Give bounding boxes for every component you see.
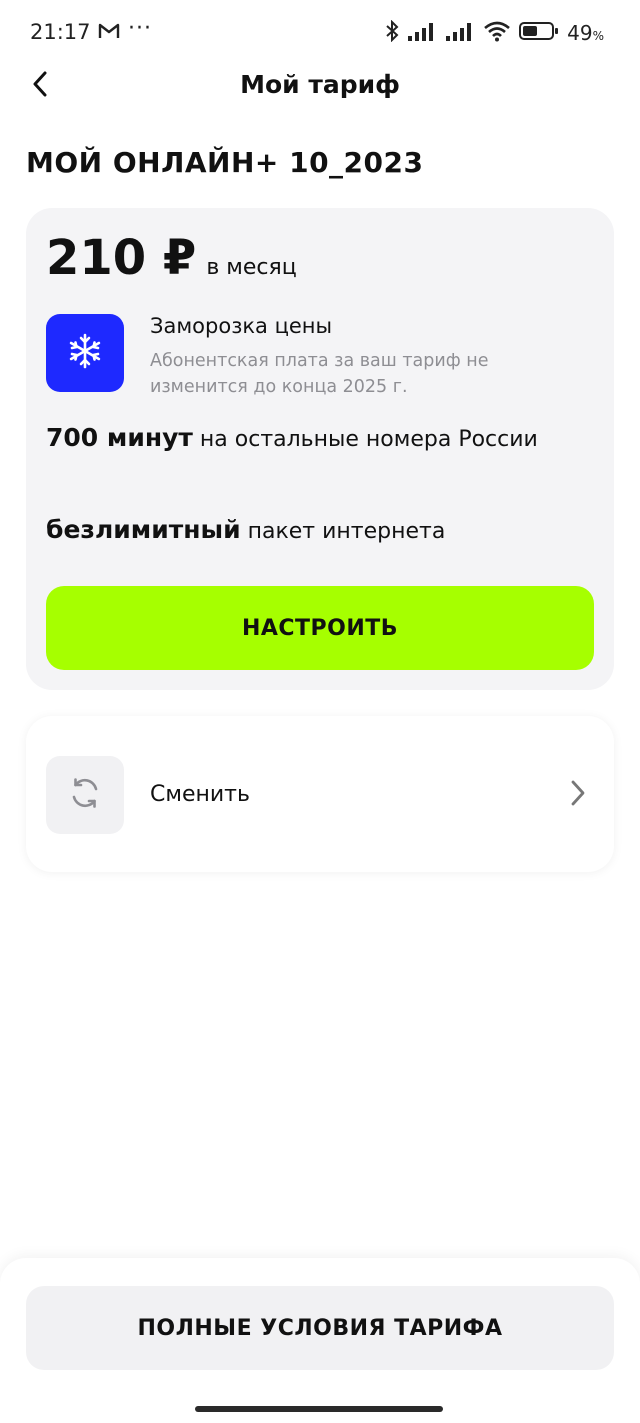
chevron-right-icon — [570, 780, 586, 810]
feature-minutes-text: на остальные номера России — [192, 427, 538, 452]
tariff-name: МОЙ ОНЛАЙН+ 10_2023 — [26, 146, 424, 179]
bottom-bar: ПОЛНЫЕ УСЛОВИЯ ТАРИФА — [0, 1258, 640, 1423]
change-icon-box — [46, 756, 124, 834]
price-freeze-badge — [46, 314, 124, 392]
battery-icon — [519, 21, 559, 45]
change-tariff-item[interactable]: Сменить — [26, 716, 614, 872]
price-period: в месяц — [206, 255, 297, 280]
snowflake-icon — [66, 332, 104, 374]
battery-percent: 49% — [567, 21, 604, 45]
mail-icon — [98, 23, 120, 43]
page-title: Мой тариф — [240, 70, 400, 99]
status-bar: 21:17 ··· 49% — [0, 0, 640, 66]
more-dots-icon: ··· — [128, 16, 152, 41]
bluetooth-icon — [385, 19, 399, 46]
full-terms-button[interactable]: ПОЛНЫЕ УСЛОВИЯ ТАРИФА — [26, 1286, 614, 1370]
wifi-icon — [483, 20, 511, 46]
feature-minutes-amount: 700 минут — [46, 423, 193, 452]
change-tariff-label: Сменить — [150, 782, 250, 807]
price-value: 210 ₽ — [46, 230, 197, 286]
signal-icon — [407, 21, 437, 45]
price-row: 210 ₽ в месяц — [46, 230, 297, 286]
home-indicator[interactable] — [195, 1406, 443, 1412]
feature-internet: безлимитный пакет интернета — [46, 512, 586, 550]
refresh-icon — [67, 775, 103, 815]
tariff-card: 210 ₽ в месяц Заморозка цены Абонентская — [26, 208, 614, 690]
feature-internet-amount: безлимитный — [46, 515, 241, 544]
price-freeze-title: Заморозка цены — [150, 314, 333, 338]
feature-minutes: 700 минут на остальные номера России — [46, 420, 586, 458]
price-freeze-description: Абонентская плата за ваш тариф не измени… — [150, 351, 489, 397]
status-time: 21:17 — [30, 20, 91, 44]
signal-icon — [445, 21, 475, 45]
configure-button[interactable]: НАСТРОИТЬ — [46, 586, 594, 670]
feature-internet-text: пакет интернета — [240, 519, 446, 544]
